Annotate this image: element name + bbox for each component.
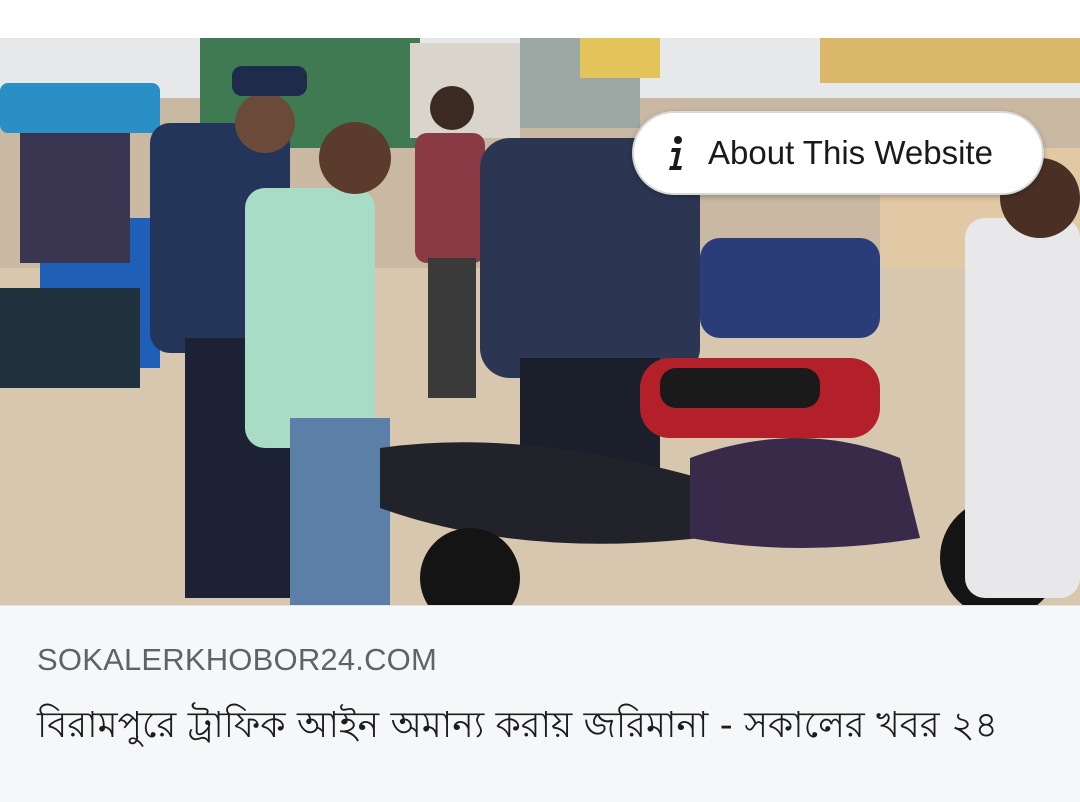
site-domain: SOKALERKHOBOR24.COM bbox=[37, 642, 438, 677]
top-bar bbox=[0, 0, 1080, 38]
article-preview-image[interactable]: About This Website bbox=[0, 38, 1080, 605]
article-title[interactable]: বিরামপুরে ট্রাফিক আইন অমান্য করায় জরিমা… bbox=[37, 694, 1057, 758]
info-icon bbox=[662, 133, 692, 173]
about-this-website-button[interactable]: About This Website bbox=[632, 111, 1044, 195]
article-card[interactable]: SOKALERKHOBOR24.COM বিরামপুরে ট্রাফিক আই… bbox=[0, 605, 1080, 802]
about-this-website-label: About This Website bbox=[708, 134, 993, 171]
